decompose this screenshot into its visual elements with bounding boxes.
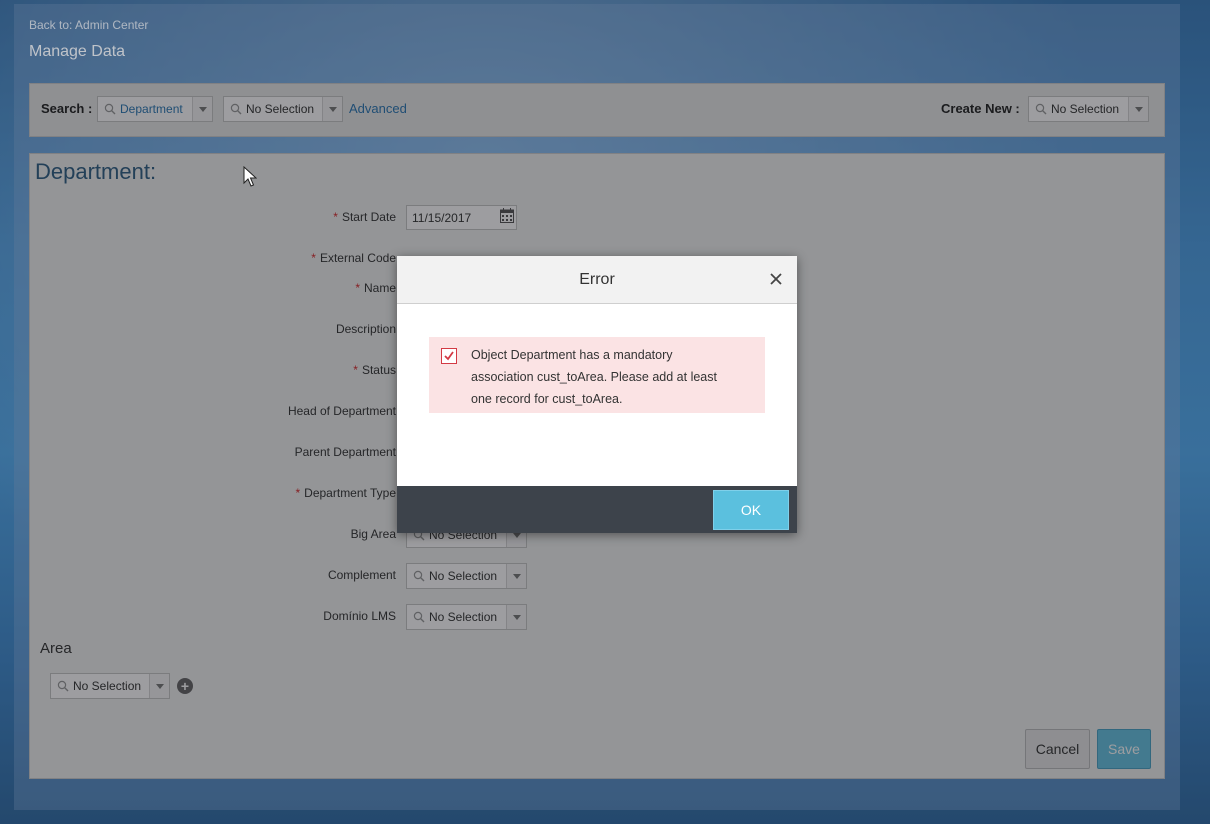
error-message-text: Object Department has a mandatory associ… bbox=[471, 348, 717, 406]
dialog-header: Error bbox=[397, 256, 797, 304]
dialog-title: Error bbox=[579, 271, 615, 288]
mouse-cursor-icon bbox=[243, 165, 258, 188]
error-message-box: Object Department has a mandatory associ… bbox=[429, 337, 765, 413]
error-checkbox-icon bbox=[441, 348, 457, 364]
ok-button[interactable]: OK bbox=[713, 490, 789, 530]
error-dialog: Error Object Department has a mandatory … bbox=[397, 256, 797, 533]
dialog-footer: OK bbox=[397, 486, 797, 533]
close-icon[interactable] bbox=[767, 270, 785, 288]
search-bar-dim bbox=[29, 83, 1165, 137]
